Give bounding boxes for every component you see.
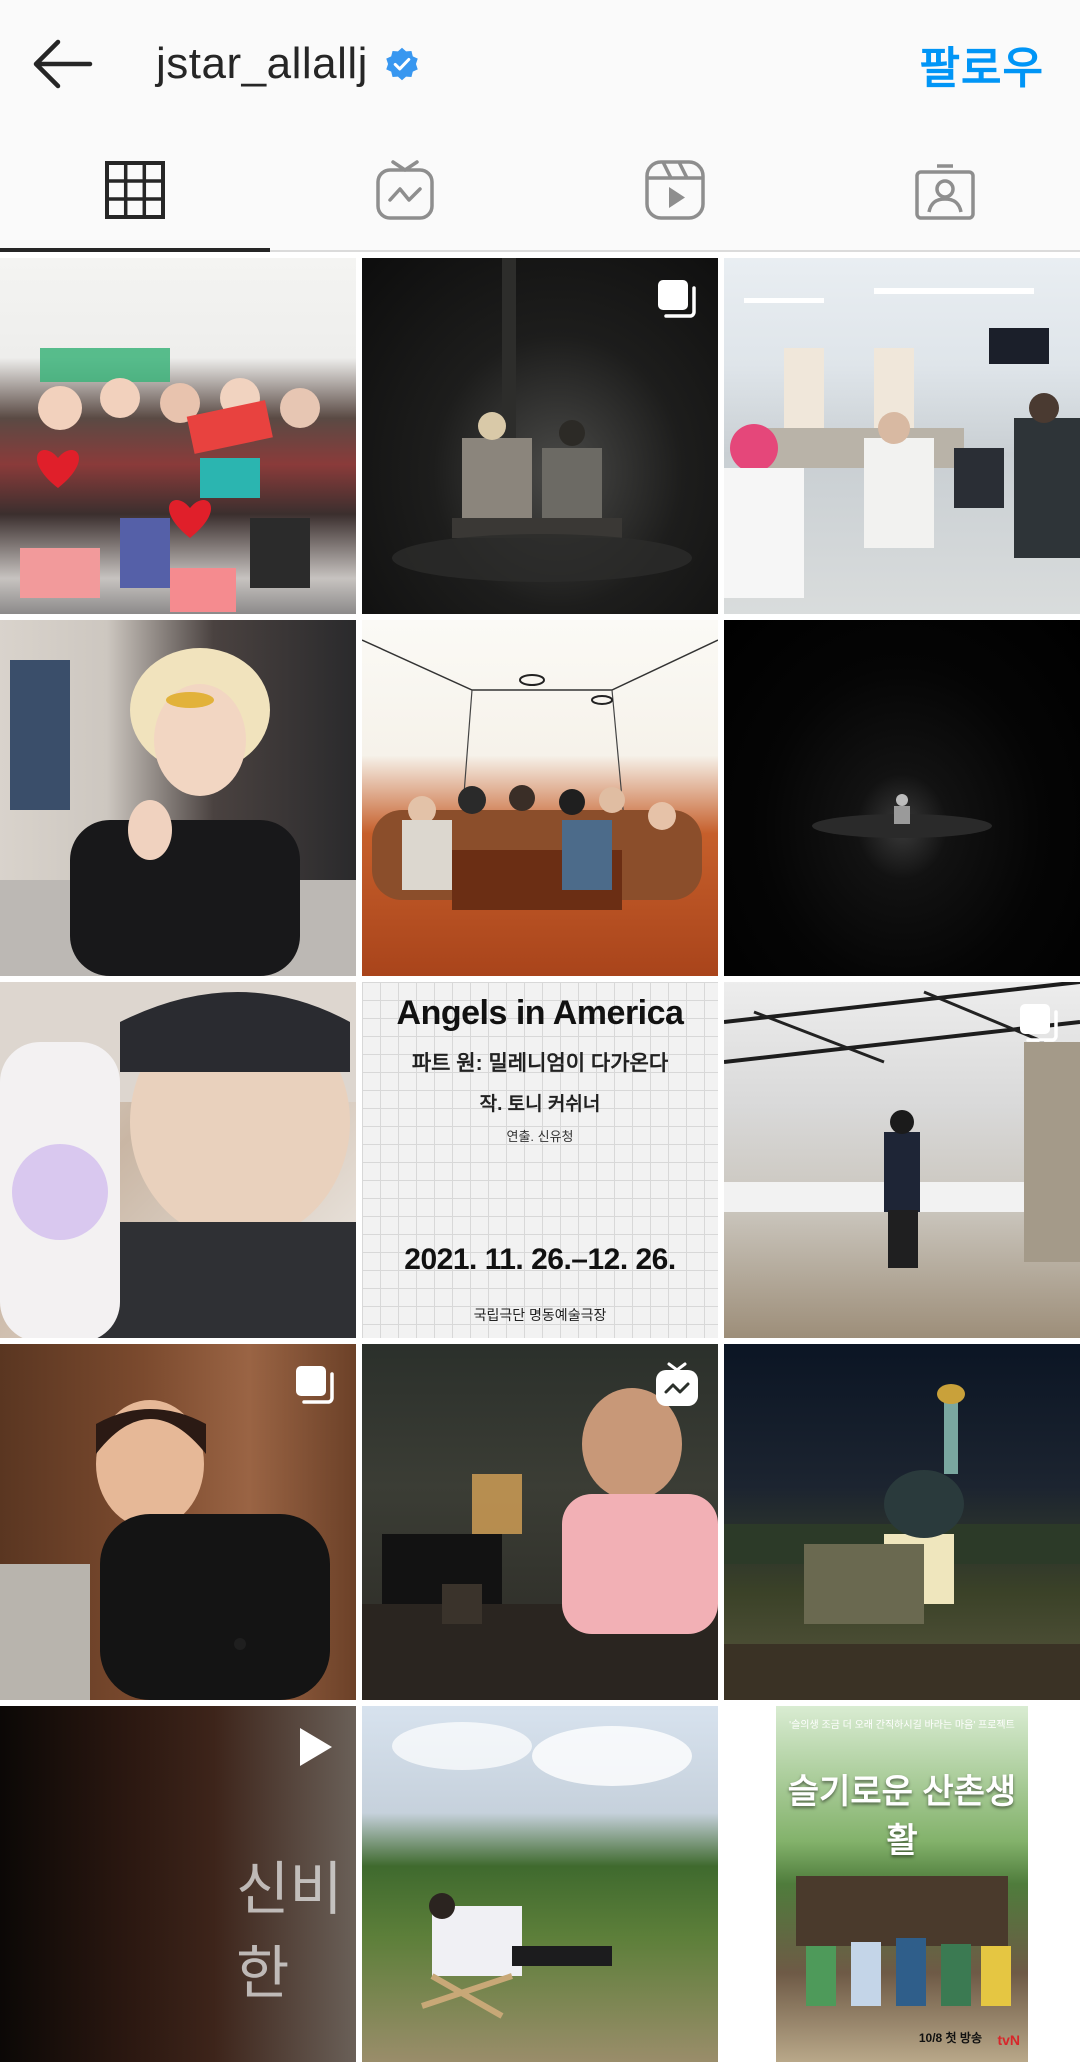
post-thumbnail[interactable]	[0, 982, 356, 1338]
tab-posts[interactable]	[0, 130, 270, 252]
igtv-icon	[376, 160, 434, 220]
portrait-photo-art	[0, 648, 356, 976]
post-thumbnail[interactable]	[0, 1344, 356, 1700]
post-thumbnail[interactable]	[0, 620, 356, 976]
profile-header: jstar_allallj 팔로우	[0, 0, 1080, 130]
carousel-icon	[1020, 1004, 1058, 1042]
reels-icon	[645, 160, 705, 220]
post-thumbnail[interactable]	[362, 1706, 718, 2062]
night-camping-photo-art	[724, 1384, 1080, 1700]
poster-author: 작. 토니 커쉬너	[479, 1094, 601, 1115]
post-thumbnail[interactable]: '슬의생 조금 더 오래 간직하시길 바라는 마음' 프로젝트 슬기로운 산촌생…	[724, 1706, 1080, 2062]
tvn-channel: tvN	[997, 2032, 1020, 2048]
tagged-user-icon	[915, 164, 975, 220]
hillside-photo-art	[392, 1722, 692, 2019]
tab-reels[interactable]	[540, 130, 810, 250]
post-thumbnail[interactable]	[724, 620, 1080, 976]
post-thumbnail[interactable]	[724, 258, 1080, 614]
post-thumbnail[interactable]	[362, 258, 718, 614]
play-icon	[300, 1728, 332, 1766]
username: jstar_allallj	[156, 39, 368, 88]
back-button[interactable]	[26, 28, 98, 100]
posts-grid: Angels in America 파트 원: 밀레니엄이 다가온다 작. 토니…	[0, 258, 1080, 2062]
follow-button[interactable]: 팔로우	[920, 34, 1044, 94]
tab-tagged[interactable]	[810, 130, 1080, 250]
poster-subtitle: 파트 원: 밀레니엄이 다가온다	[411, 1052, 669, 1075]
post-thumbnail[interactable]	[724, 1344, 1080, 1700]
igtv-icon	[656, 1362, 698, 1406]
post-thumbnail[interactable]	[0, 258, 356, 614]
post-thumbnail[interactable]	[362, 1344, 718, 1700]
video-overlay-text: 신비한	[236, 1855, 343, 2007]
group-photo-art	[20, 348, 320, 612]
tvn-airdate: 10/8 첫 방송	[918, 2031, 982, 2045]
post-thumbnail[interactable]	[362, 620, 718, 976]
arrow-left-icon	[33, 39, 93, 89]
post-thumbnail[interactable]: Angels in America 파트 원: 밀레니엄이 다가온다 작. 토니…	[362, 982, 718, 1338]
poster-title: Angels in America	[396, 994, 684, 1032]
carousel-icon	[658, 280, 696, 318]
illustration-art	[362, 639, 718, 910]
poster-dates: 2021. 11. 26.–12. 26.	[404, 1243, 676, 1276]
poster-director: 연출. 신유청	[506, 1129, 574, 1144]
post-thumbnail[interactable]: 신비한	[0, 1706, 356, 2062]
dressing-room-photo-art	[724, 288, 1080, 598]
profile-tabs	[0, 130, 1080, 252]
post-thumbnail[interactable]	[724, 982, 1080, 1338]
verified-badge-icon	[386, 47, 418, 81]
poster-venue: 국립극단 명동예술극장	[473, 1307, 607, 1323]
profile-username-wrap: jstar_allallj	[156, 36, 420, 92]
carousel-icon	[296, 1366, 334, 1404]
tvn-poster-art	[796, 1876, 1011, 2006]
tab-igtv[interactable]	[270, 130, 540, 250]
dark-stage-photo-art	[812, 794, 992, 838]
tvn-poster: '슬의생 조금 더 오래 간직하시길 바라는 마음' 프로젝트 슬기로운 산촌생…	[776, 1706, 1028, 2062]
selfie-photo-art	[0, 982, 356, 1338]
grid-icon	[105, 161, 165, 219]
